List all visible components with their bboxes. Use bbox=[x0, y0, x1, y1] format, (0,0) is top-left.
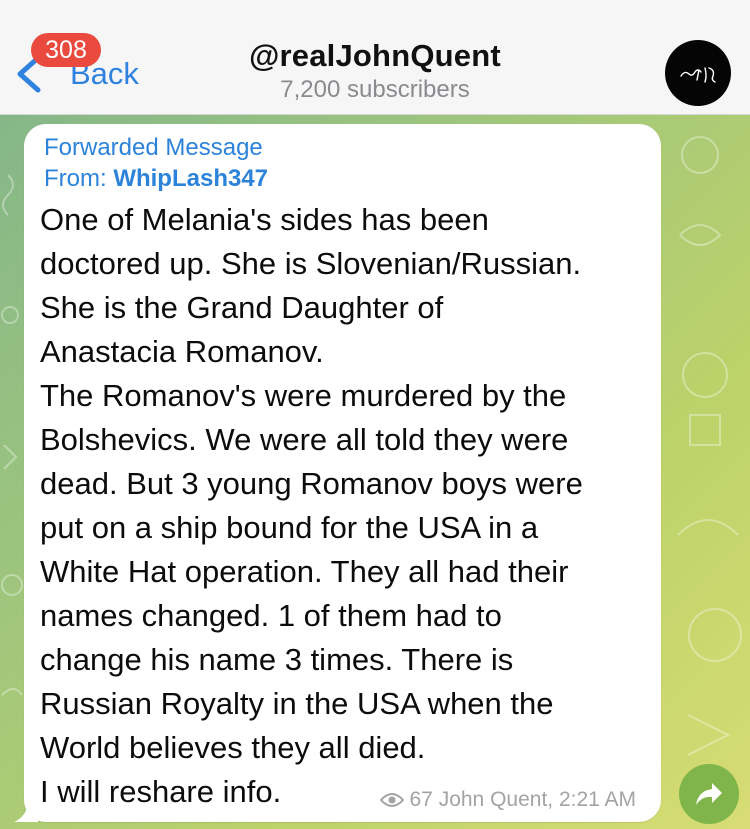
bubble-tail bbox=[14, 796, 38, 822]
channel-avatar[interactable] bbox=[665, 40, 731, 106]
message-line: Russian Royalty in the USA when the bbox=[40, 686, 554, 721]
chat-header: Back 308 @realJohnQuent 7,200 subscriber… bbox=[0, 0, 750, 115]
message-meta: 67 John Quent, 2:21 AM bbox=[379, 788, 636, 812]
channel-avatar-icon bbox=[680, 67, 716, 83]
author-time: John Quent, 2:21 AM bbox=[438, 788, 636, 811]
channel-title: @realJohnQuent bbox=[249, 38, 501, 73]
message-line: dead. But 3 young Romanov boys were bbox=[40, 466, 583, 501]
share-button[interactable] bbox=[679, 764, 739, 824]
message-line: One of Melania's sides has been bbox=[40, 202, 489, 237]
message-bubble[interactable]: Forwarded Message From: WhipLash347 One … bbox=[24, 124, 661, 822]
message-line: The Romanov's were murdered by the bbox=[40, 378, 567, 413]
message-line: Anastacia Romanov. bbox=[40, 334, 324, 369]
eye-icon bbox=[379, 793, 404, 807]
forwarded-from[interactable]: From: WhipLash347 bbox=[44, 165, 268, 193]
share-arrow-icon bbox=[696, 783, 722, 805]
message-line: World believes they all died. bbox=[40, 730, 426, 765]
channel-title-area[interactable]: @realJohnQuent bbox=[0, 38, 750, 74]
subscriber-count: 7,200 subscribers bbox=[280, 76, 470, 103]
message-line: change his name 3 times. There is bbox=[40, 642, 514, 677]
message-line: Bolshevics. We were all told they were bbox=[40, 422, 569, 457]
forwarded-from-prefix: From: bbox=[44, 165, 114, 192]
message-line: put on a ship bound for the USA in a bbox=[40, 510, 539, 545]
forwarded-from-name: WhipLash347 bbox=[113, 165, 269, 192]
forwarded-label: Forwarded Message bbox=[44, 134, 263, 161]
message-line: doctored up. She is Slovenian/Russian. bbox=[40, 246, 582, 281]
message-text: One of Melania's sides has been doctored… bbox=[40, 198, 652, 814]
message-line: names changed. 1 of them had to bbox=[40, 598, 502, 633]
view-count: 67 bbox=[409, 788, 433, 811]
message-line: She is the Grand Daughter of bbox=[40, 290, 444, 325]
message-line: White Hat operation. They all had their bbox=[40, 554, 569, 589]
